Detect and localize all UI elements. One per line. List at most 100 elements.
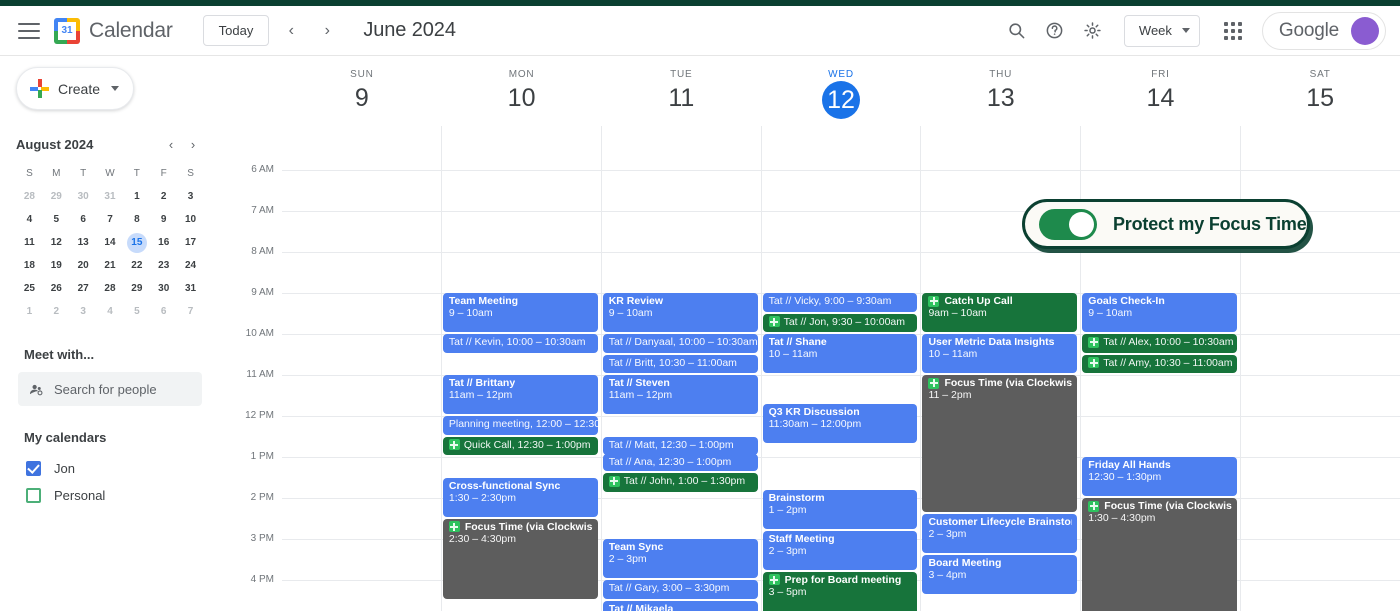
mini-calendar-day[interactable]: 14 [97,231,124,254]
day-header-date[interactable]: 14 [1147,83,1175,113]
calendar-event[interactable]: Tat // Mikaela3:30 – 4:30pm [603,601,758,611]
mini-calendar-day[interactable]: 3 [177,185,204,208]
calendar-event[interactable]: Team Meeting9 – 10am [443,293,598,332]
mini-calendar-day[interactable]: 10 [177,208,204,231]
mini-calendar-day[interactable]: 4 [97,300,124,323]
today-button[interactable]: Today [203,15,270,46]
day-header-date[interactable]: 11 [668,83,694,113]
mini-calendar-day[interactable]: 1 [123,185,150,208]
day-header-date[interactable]: 13 [987,83,1015,113]
calendar-event[interactable]: Focus Time (via Clockwise)11 – 2pm [922,375,1077,512]
mini-calendar-day[interactable]: 4 [16,208,43,231]
calendar-logo-icon[interactable]: 31 [54,18,80,44]
mini-calendar-day[interactable]: 31 [97,185,124,208]
gear-icon[interactable] [1076,14,1110,48]
calendar-event[interactable]: Tat // Matt, 12:30 – 1:00pm [603,437,758,456]
calendar-event[interactable]: Customer Lifecycle Brainstorm2 – 3pm [922,514,1077,553]
day-column[interactable]: Tat // Vicky, 9:00 – 9:30am Tat // Jon, 9… [761,126,921,611]
mini-calendar-day[interactable]: 27 [70,277,97,300]
mini-calendar-day[interactable]: 11 [16,231,43,254]
mini-calendar-day[interactable]: 15 [123,231,150,254]
mini-calendar-day[interactable]: 9 [150,208,177,231]
create-button[interactable]: Create [16,67,134,110]
prev-period-button[interactable]: ‹ [277,17,305,45]
calendar-event[interactable]: Tat // Danyaal, 10:00 – 10:30am [603,334,758,353]
mini-calendar-day[interactable]: 17 [177,231,204,254]
calendar-event[interactable]: Tat // Gary, 3:00 – 3:30pm [603,580,758,599]
day-header-mon[interactable]: MON10 [442,57,602,126]
mini-calendar-day[interactable]: 31 [177,277,204,300]
view-selector[interactable]: Week [1124,15,1200,47]
mini-calendar-next-button[interactable]: › [182,133,204,155]
calendar-event[interactable]: Tat // Shane10 – 11am [763,334,918,373]
mini-calendar-day[interactable]: 28 [97,277,124,300]
search-icon[interactable] [1000,14,1034,48]
apps-grid-icon[interactable] [1216,14,1250,48]
mini-calendar-day[interactable]: 30 [70,185,97,208]
calendar-event[interactable]: Brainstorm1 – 2pm [763,490,918,529]
account-chip[interactable]: Google [1262,12,1386,50]
avatar[interactable] [1351,17,1379,45]
mini-calendar-grid[interactable]: SMTWTFS282930311234567891011121314151617… [16,162,204,323]
calendar-checkbox[interactable] [26,461,41,476]
calendar-event[interactable]: Tat // Ana, 12:30 – 1:00pm [603,454,758,471]
mini-calendar-day[interactable]: 16 [150,231,177,254]
calendar-event[interactable]: Friday All Hands12:30 – 1:30pm [1082,457,1237,496]
mini-calendar-day[interactable]: 5 [123,300,150,323]
mini-calendar-day[interactable]: 6 [70,208,97,231]
mini-calendar-day[interactable]: 20 [70,254,97,277]
calendar-event[interactable]: KR Review9 – 10am [603,293,758,332]
mini-calendar-day[interactable]: 2 [150,185,177,208]
mini-calendar-prev-button[interactable]: ‹ [160,133,182,155]
calendar-event[interactable]: Tat // Brittany11am – 12pm [443,375,598,414]
calendar-event[interactable]: Goals Check-In9 – 10am [1082,293,1237,332]
mini-calendar-day[interactable]: 7 [177,300,204,323]
day-header-date[interactable]: 9 [355,83,369,113]
mini-calendar-day[interactable]: 24 [177,254,204,277]
mini-calendar-day[interactable]: 18 [16,254,43,277]
day-header-thu[interactable]: THU13 [921,57,1081,126]
calendar-event[interactable]: Team Sync2 – 3pm [603,539,758,578]
day-header-sat[interactable]: SAT15 [1240,57,1400,126]
day-header-fri[interactable]: FRI14 [1081,57,1241,126]
calendar-event[interactable]: Planning meeting, 12:00 – 12:30pm [443,416,598,435]
calendar-event[interactable]: Tat // Jon, 9:30 – 10:00am [763,314,918,333]
calendar-event[interactable]: Tat // Alex, 10:00 – 10:30am [1082,334,1237,353]
calendar-event[interactable]: Quick Call, 12:30 – 1:00pm [443,437,598,456]
day-column[interactable]: Team Meeting9 – 10am Tat // Kevin, 10:00 … [441,126,601,611]
calendar-checkbox[interactable] [26,488,41,503]
hamburger-icon[interactable] [18,23,40,39]
mini-calendar-day[interactable]: 30 [150,277,177,300]
day-header-wed[interactable]: WED12 [761,57,921,126]
mini-calendar-day[interactable]: 5 [43,208,70,231]
day-header-date[interactable]: 12 [822,81,860,119]
calendar-list-item[interactable]: Personal [0,482,220,509]
mini-calendar-day[interactable]: 7 [97,208,124,231]
calendar-event[interactable]: Catch Up Call9am – 10am [922,293,1077,332]
mini-calendar-day[interactable]: 2 [43,300,70,323]
mini-calendar-day[interactable]: 21 [97,254,124,277]
calendar-event[interactable]: Tat // Vicky, 9:00 – 9:30am [763,293,918,312]
mini-calendar-day[interactable]: 29 [43,185,70,208]
calendar-event[interactable]: Tat // John, 1:00 – 1:30pm [603,473,758,492]
day-header-tue[interactable]: TUE11 [601,57,761,126]
mini-calendar-day[interactable]: 13 [70,231,97,254]
calendar-event[interactable]: Focus Time (via Clockwise)1:30 – 4:30pm [1082,498,1237,611]
calendar-event[interactable]: Board Meeting3 – 4pm [922,555,1077,594]
calendar-event[interactable]: Cross-functional Sync1:30 – 2:30pm [443,478,598,517]
mini-calendar-day[interactable]: 6 [150,300,177,323]
mini-calendar-day[interactable]: 22 [123,254,150,277]
calendar-event[interactable]: User Metric Data Insights10 – 11am [922,334,1077,373]
day-header-date[interactable]: 15 [1306,83,1334,113]
next-period-button[interactable]: › [313,17,341,45]
day-header-date[interactable]: 10 [508,83,536,113]
mini-calendar-day[interactable]: 19 [43,254,70,277]
calendar-event[interactable]: Tat // Amy, 10:30 – 11:00am [1082,355,1237,374]
mini-calendar-day[interactable]: 26 [43,277,70,300]
toggle-switch[interactable] [1039,209,1097,240]
calendar-event[interactable]: Tat // Kevin, 10:00 – 10:30am [443,334,598,353]
mini-calendar-day[interactable]: 28 [16,185,43,208]
mini-calendar-day[interactable]: 8 [123,208,150,231]
mini-calendar-day[interactable]: 12 [43,231,70,254]
protect-focus-time-toggle[interactable]: Protect my Focus Time [1022,199,1310,249]
